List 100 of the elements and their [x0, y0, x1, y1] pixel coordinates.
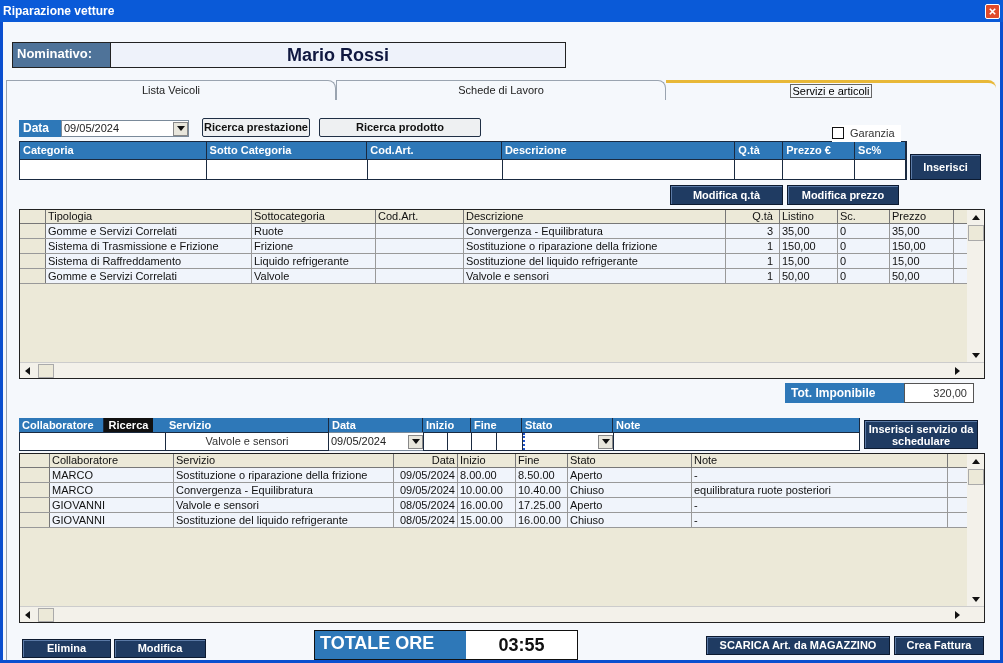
total-label: Tot. Imponibile	[785, 383, 904, 403]
table-cell: -	[692, 468, 948, 482]
dropdown-arrow-icon	[176, 126, 185, 131]
input-field[interactable]	[613, 432, 860, 451]
table-cell: 08/05/2024	[394, 498, 458, 512]
table-cell: 8.00.00	[458, 468, 516, 482]
table-cell: 09/05/2024	[394, 483, 458, 497]
row-selector[interactable]	[20, 269, 46, 283]
row-selector[interactable]	[20, 513, 50, 527]
input-field[interactable]	[783, 160, 855, 179]
column-header: Categoria	[20, 142, 207, 159]
column-header: Stato	[522, 418, 613, 432]
row-selector[interactable]	[20, 468, 50, 482]
table-cell: 3	[726, 224, 780, 238]
row-selector[interactable]	[20, 483, 50, 497]
table-row[interactable]: MARCO Sostituzione o riparazione della frizione 09/05/2024 8.00.00 8.50.00 Aperto -	[20, 468, 967, 483]
action-button[interactable]: Elimina	[22, 639, 111, 658]
vertical-scrollbar[interactable]	[967, 210, 984, 362]
table-cell: 16.00.00	[516, 513, 568, 527]
column-header: Sotto Categoria	[206, 142, 368, 159]
input-field[interactable]	[503, 160, 735, 179]
table-row[interactable]: GIOVANNI Sostituzione del liquido refrigerante 08/05/2024 15.00.00 16.00.00 Chiuso -	[20, 513, 967, 528]
scroll-thumb[interactable]	[38, 363, 54, 378]
date-dropdown[interactable]: 09/05/2024	[61, 120, 189, 137]
input-field[interactable]	[735, 160, 783, 179]
scroll-thumb[interactable]	[38, 607, 54, 622]
scroll-down-icon	[971, 597, 980, 602]
insert-button[interactable]: Inserisci	[910, 154, 981, 180]
input-field[interactable]	[855, 160, 906, 179]
input-field[interactable]: Valvole e sensori	[166, 432, 329, 451]
table-cell: 16.00.00	[458, 498, 516, 512]
scroll-thumb[interactable]	[967, 225, 984, 241]
column-header: Fine	[516, 454, 568, 467]
scroll-up-icon	[971, 215, 980, 220]
table-cell: GIOVANNI	[50, 513, 174, 527]
table-row[interactable]: Gomme e Servizi Correlati Valvole Valvole e sensori 1 50,00 0 50,00	[20, 269, 967, 284]
table-cell: 35,00	[890, 224, 954, 238]
date-dropdown[interactable]: 09/05/2024	[329, 432, 423, 451]
action-button[interactable]: Modifica	[114, 639, 206, 658]
table-cell: Sistema di Trasmissione e Frizione	[46, 239, 252, 253]
action-button[interactable]: SCARICA Art. da MAGAZZINO	[706, 636, 890, 655]
table-row[interactable]: MARCO Convergenza - Equilibratura 09/05/2024 10.00.00 10.40.00 Chiuso equilibratura ruote posteriori	[20, 483, 967, 498]
table-cell: 150,00	[890, 239, 954, 253]
horizontal-scrollbar[interactable]	[20, 362, 984, 378]
table-row[interactable]: Sistema di Trasmissione e Frizione Frizione Sostituzione o riparazione della frizione 1 150,00 0 150,00	[20, 239, 967, 254]
table-cell: 1	[726, 269, 780, 283]
input-field[interactable]	[19, 432, 166, 451]
table-cell: 10.40.00	[516, 483, 568, 497]
row-selector[interactable]	[20, 254, 46, 268]
input-field[interactable]	[368, 160, 503, 179]
search-button[interactable]: Ricerca prodotto	[319, 118, 481, 137]
vertical-scrollbar[interactable]	[967, 454, 984, 606]
table-row[interactable]: Sistema di Raffreddamento Liquido refrigerante Sostituzione del liquido refrigerante 1 15,00 0 15,00	[20, 254, 967, 269]
scroll-up-icon	[971, 459, 980, 464]
input-field[interactable]	[207, 160, 368, 179]
horizontal-scrollbar[interactable]	[20, 606, 984, 622]
warranty-checkbox[interactable]	[832, 127, 844, 140]
schedule-button[interactable]: Inserisci servizio da schedulare	[864, 420, 978, 449]
warranty-label: Garanzia	[850, 126, 895, 141]
action-button[interactable]: Crea Fattura	[894, 636, 984, 655]
column-header: Q.tà	[726, 210, 780, 223]
input-field[interactable]	[20, 160, 207, 179]
row-selector[interactable]	[20, 224, 46, 238]
table-row[interactable]: Gomme e Servizi Correlati Ruote Convergenza - Equilibratura 3 35,00 0 35,00	[20, 224, 967, 239]
input-field[interactable]	[423, 432, 447, 451]
row-selector[interactable]	[20, 239, 46, 253]
scroll-thumb[interactable]	[967, 469, 984, 485]
table-cell: Gomme e Servizi Correlati	[46, 269, 252, 283]
column-header: Listino	[780, 210, 838, 223]
row-selector[interactable]	[20, 498, 50, 512]
column-header: Sc.	[838, 210, 890, 223]
table-row[interactable]: GIOVANNI Valvole e sensori 08/05/2024 16.00.00 17.25.00 Aperto -	[20, 498, 967, 513]
table-cell: -	[692, 513, 948, 527]
search-button[interactable]: Ricerca prestazione	[202, 118, 310, 137]
table-cell: -	[692, 498, 948, 512]
input-field[interactable]	[471, 432, 496, 451]
column-header: Sc%	[855, 142, 906, 159]
search-button[interactable]: Ricerca	[104, 418, 153, 432]
close-button[interactable]	[985, 3, 1000, 19]
edit-button[interactable]: Modifica q.tà	[670, 185, 783, 205]
tab[interactable]: Servizi e articoli	[666, 80, 996, 100]
table-cell: 15,00	[780, 254, 838, 268]
name-value: Mario Rossi	[111, 42, 566, 68]
table-cell: Chiuso	[568, 513, 692, 527]
tab[interactable]: Lista Veicoli	[6, 80, 336, 100]
table-cell: 15,00	[890, 254, 954, 268]
column-header: Servizio	[166, 418, 329, 432]
input-field[interactable]	[447, 432, 471, 451]
table-cell: 08/05/2024	[394, 513, 458, 527]
input-field[interactable]	[496, 432, 522, 451]
tab[interactable]: Schede di Lavoro	[336, 80, 666, 100]
column-header: Sottocategoria	[252, 210, 376, 223]
edit-button[interactable]: Modifica prezzo	[787, 185, 899, 205]
table-cell: Sostituzione o riparazione della frizione	[174, 468, 394, 482]
table-cell: 8.50.00	[516, 468, 568, 482]
table-cell: 17.25.00	[516, 498, 568, 512]
column-header: Inizio	[458, 454, 516, 467]
status-dropdown[interactable]	[522, 432, 613, 451]
column-header: Stato	[568, 454, 692, 467]
column-header: Descrizione	[501, 142, 736, 159]
